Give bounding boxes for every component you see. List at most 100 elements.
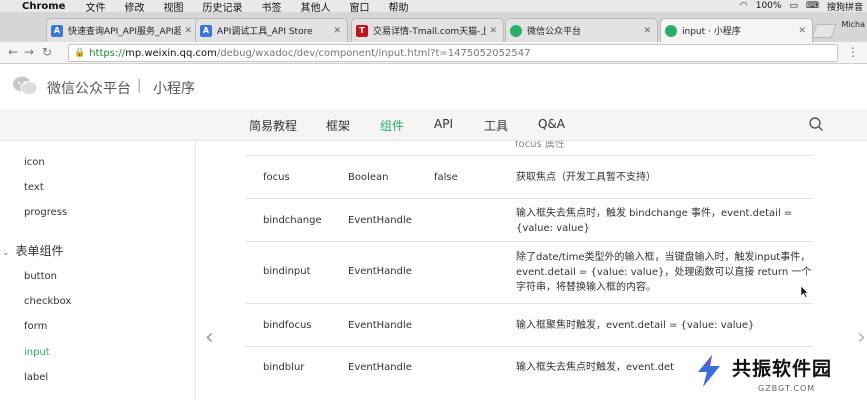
header-separator: | — [137, 78, 142, 93]
status-area: ◠ 100% ▭ ⌨ 搜狗拼音 — [740, 0, 863, 12]
menu-people[interactable]: 其他人 — [300, 0, 330, 13]
reload-icon[interactable]: ↻ — [42, 45, 52, 59]
mac-menu-bar: Chrome 文件 修改 视图 历史记录 书签 其他人 窗口 帮助 ◠ 100%… — [0, 0, 867, 12]
search-icon[interactable] — [808, 116, 824, 132]
attr-name: bindchange — [263, 215, 322, 226]
chevron-down-icon: ⌄ — [2, 248, 10, 258]
site-header: 微信公众平台 | 小程序 — [0, 64, 867, 109]
attr-type: Boolean — [348, 172, 389, 183]
sidebar-item-text[interactable]: text — [24, 182, 44, 193]
menu-edit[interactable]: 修改 — [124, 0, 144, 13]
nav-components[interactable]: 组件 — [380, 117, 404, 134]
watermark-name: 共振软件园 — [732, 358, 833, 380]
attr-desc: 输入框失去焦点时，触发 bindchange 事件，event.detail =… — [516, 208, 793, 234]
sidebar-item-label[interactable]: label — [24, 372, 48, 383]
tab-title: 微信公众平台 — [527, 27, 582, 37]
sidebar-item-input[interactable]: input — [24, 347, 50, 358]
profile-name[interactable]: Micha — [842, 20, 866, 29]
menu-file[interactable]: 文件 — [85, 0, 105, 13]
address-bar[interactable]: 🔒 https:// mp.weixin.qq.com /debug/wxado… — [68, 44, 838, 62]
sidebar-group-label: 表单组件 — [15, 244, 64, 258]
browser-menu-icon[interactable]: ⋮ — [847, 45, 859, 59]
input-method-label[interactable]: 搜狗拼音 — [827, 0, 863, 13]
attr-name: bindblur — [263, 362, 305, 373]
attr-desc: 输入框聚焦时触发，event.detail = {value: value} — [516, 320, 755, 331]
url-host: mp.weixin.qq.com — [125, 47, 217, 59]
wechat-favicon-icon — [665, 24, 677, 37]
watermark-domain: GZBGT.COM — [758, 384, 816, 393]
partial-text: focus 属性 — [515, 141, 565, 150]
sidebar-item-progress[interactable]: progress — [24, 207, 67, 218]
tab-title: input · 小程序 — [682, 27, 741, 37]
watermark: 共振软件园 GZBGT.COM — [688, 350, 867, 400]
lock-icon: 🔒 — [74, 48, 86, 58]
api-favicon-icon: A — [200, 24, 212, 37]
close-icon[interactable]: ✕ — [643, 26, 651, 36]
wechat-favicon-icon — [510, 24, 522, 37]
menu-history[interactable]: 历史记录 — [202, 0, 242, 13]
next-page-icon[interactable]: › — [857, 325, 866, 350]
main-nav: 简易教程 框架 组件 API 工具 Q&A — [0, 109, 867, 141]
sidebar-item-button[interactable]: button — [24, 271, 57, 282]
close-icon[interactable]: ✕ — [333, 26, 341, 36]
tab-title: 交易详情-Tmall.com天猫-上天 — [373, 27, 487, 37]
tab-weixin-mp[interactable]: 微信公众平台 ✕ — [505, 18, 658, 42]
api-favicon-icon: A — [51, 24, 63, 37]
mouse-cursor-icon — [800, 285, 809, 298]
new-tab-button[interactable] — [811, 24, 837, 38]
close-icon[interactable]: ✕ — [798, 26, 806, 36]
battery-icon[interactable]: ▭ — [789, 1, 798, 11]
menu-bookmarks[interactable]: 书签 — [261, 0, 281, 13]
tab-title: 快速查询API_API服务_API超 — [68, 27, 182, 37]
attr-type: EventHandle — [348, 266, 412, 277]
close-icon[interactable]: ✕ — [489, 26, 497, 36]
site-subtitle[interactable]: 小程序 — [153, 78, 195, 98]
sidebar-group-form[interactable]: ⌄ 表单组件 — [2, 242, 64, 259]
site-title[interactable]: 微信公众平台 — [47, 78, 131, 98]
tab-strip: A 快速查询API_API服务_API超 ✕ A API调试工具_API Sto… — [0, 12, 867, 42]
attr-type: EventHandle — [348, 320, 412, 331]
table-row: bindinput EventHandle 除了date/time类型外的输入框… — [245, 241, 813, 303]
sidebar-item-form[interactable]: form — [24, 321, 47, 332]
sidebar-item-checkbox[interactable]: checkbox — [24, 296, 71, 307]
keyboard-icon[interactable]: ⌨ — [806, 1, 819, 11]
forward-icon[interactable]: → — [24, 45, 34, 59]
menu-help[interactable]: 帮助 — [388, 0, 408, 13]
attr-desc: 除了date/time类型外的输入框，当键盘输入时，触发input事件，even… — [516, 252, 812, 293]
attr-type: EventHandle — [348, 215, 412, 226]
table-row: focus Boolean false 获取焦点（开发工具暂不支持） — [245, 155, 813, 198]
attr-name: bindinput — [263, 266, 311, 277]
sidebar: icon text progress ⌄ 表单组件 button checkbox… — [0, 141, 196, 400]
watermark-logo-icon — [698, 355, 720, 387]
back-icon[interactable]: ← — [8, 45, 18, 59]
close-icon[interactable]: ✕ — [184, 26, 192, 36]
sidebar-item-icon[interactable]: icon — [24, 157, 45, 168]
attr-name: focus — [263, 172, 290, 183]
table-row: bindchange EventHandle 输入框失去焦点时，触发 bindc… — [245, 198, 813, 241]
tab-api-debug[interactable]: A API调试工具_API Store ✕ — [195, 18, 348, 42]
prev-page-icon[interactable]: ‹ — [205, 325, 214, 350]
menu-window[interactable]: 窗口 — [349, 0, 369, 13]
browser-toolbar: ← → ↻ 🔒 https:// mp.weixin.qq.com /debug… — [0, 42, 867, 64]
nav-framework[interactable]: 框架 — [326, 117, 350, 134]
tab-title: API调试工具_API Store — [217, 27, 313, 37]
wechat-logo-icon[interactable] — [12, 75, 38, 97]
menu-view[interactable]: 视图 — [163, 0, 183, 13]
nav-api[interactable]: API — [434, 117, 453, 131]
tab-tmall[interactable]: T 交易详情-Tmall.com天猫-上天 ✕ — [351, 18, 504, 42]
battery-percent[interactable]: 100% — [756, 1, 782, 11]
attr-type: EventHandle — [348, 362, 412, 373]
attr-default: false — [434, 172, 458, 183]
wifi-icon[interactable]: ◠ — [740, 1, 748, 11]
tab-input-active[interactable]: input · 小程序 ✕ — [660, 18, 813, 42]
attr-desc: 获取焦点（开发工具暂不支持） — [516, 172, 656, 183]
nav-qa[interactable]: Q&A — [538, 117, 565, 131]
tmall-favicon-icon: T — [356, 24, 368, 37]
tab-api-query[interactable]: A 快速查询API_API服务_API超 ✕ — [46, 18, 199, 42]
app-menu-chrome[interactable]: Chrome — [22, 1, 65, 12]
nav-tools[interactable]: 工具 — [484, 117, 508, 134]
table-row: bindfocus EventHandle 输入框聚焦时触发，event.det… — [245, 303, 813, 346]
url-path: /debug/wxadoc/dev/component/input.html?t… — [216, 47, 531, 59]
url-protocol: https:// — [89, 47, 126, 59]
nav-tutorial[interactable]: 简易教程 — [249, 117, 297, 134]
